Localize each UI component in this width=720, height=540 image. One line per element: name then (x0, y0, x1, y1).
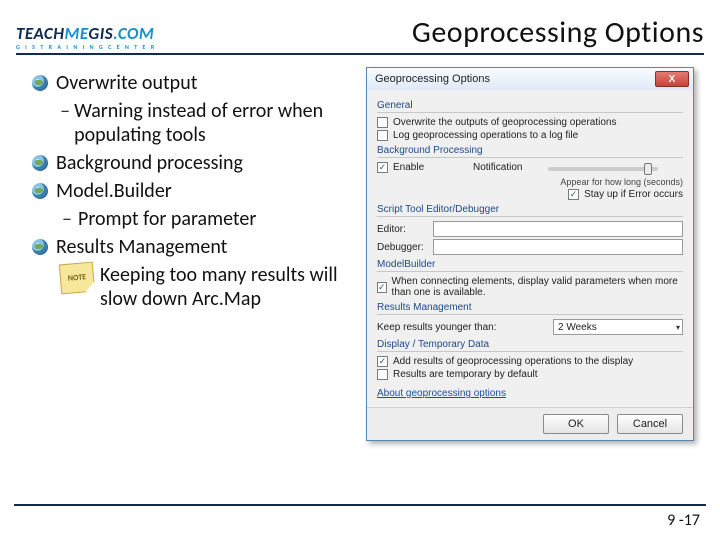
checkbox-label: Add results of geoprocessing operations … (393, 356, 633, 367)
dialog-titlebar: Geoprocessing Options X (367, 68, 693, 90)
geoprocessing-options-dialog: Geoprocessing Options X General Overwrit… (366, 67, 694, 441)
debugger-input[interactable] (433, 239, 683, 255)
globe-icon (32, 239, 48, 255)
results-age-dropdown[interactable]: 2 Weeks▾ (553, 319, 683, 335)
globe-icon (32, 155, 48, 171)
logo-part: GIS (88, 23, 113, 44)
sub-bullet: Warning instead of error when populating… (74, 99, 352, 147)
checkbox-log[interactable] (377, 130, 388, 141)
about-link[interactable]: About geoprocessing options (377, 388, 506, 399)
bullet-list: Overwrite output –Warning instead of err… (12, 67, 352, 441)
checkbox-label: Overwrite the outputs of geoprocessing o… (393, 117, 616, 128)
note-text: Keeping too many results will slow down … (100, 263, 352, 311)
checkbox-mb-params[interactable] (377, 282, 387, 293)
checkbox-stay-on-error[interactable] (568, 189, 579, 200)
checkbox-temp-results[interactable] (377, 369, 388, 380)
checkbox-label: Log geoprocessing operations to a log fi… (393, 130, 578, 141)
editor-label: Editor: (377, 224, 433, 235)
globe-icon (32, 75, 48, 91)
page-title: Geoprocessing Options (412, 14, 704, 51)
logo-tagline: G I S T R A I N I N G C E N T E R (16, 43, 156, 51)
group-script: Script Tool Editor/Debugger (377, 204, 683, 215)
dash-icon: – (60, 99, 70, 147)
sub-bullet: Prompt for parameter (78, 207, 256, 231)
slider-caption: Appear for how long (seconds) (560, 177, 683, 187)
group-general: General (377, 100, 683, 111)
editor-input[interactable] (433, 221, 683, 237)
logo-part: TEACH (16, 23, 64, 44)
checkbox-label: Enable (393, 162, 453, 173)
cancel-button[interactable]: Cancel (617, 414, 683, 434)
bullet: Results Management (56, 235, 227, 259)
chevron-down-icon: ▾ (676, 323, 680, 332)
logo-part: ME (64, 23, 88, 44)
bullet: Background processing (56, 151, 243, 175)
group-background: Background Processing (377, 145, 683, 156)
page-number: 9 -17 (667, 511, 700, 530)
checkbox-label: When connecting elements, display valid … (392, 276, 683, 298)
note-icon: NOTE (59, 262, 95, 295)
group-modelbuilder: ModelBuilder (377, 259, 683, 270)
bullet: Model.Builder (56, 179, 172, 203)
results-label: Keep results younger than: (377, 322, 553, 333)
ok-button[interactable]: OK (543, 414, 609, 434)
checkbox-label: Results are temporary by default (393, 369, 538, 380)
dash-icon: – (60, 207, 74, 231)
notification-slider[interactable] (548, 167, 658, 171)
notification-label: Notification (473, 162, 522, 173)
logo: TEACHMEGIS.COM G I S T R A I N I N G C E… (16, 25, 156, 51)
checkbox-add-results[interactable] (377, 356, 388, 367)
checkbox-label: Stay up if Error occurs (584, 189, 683, 200)
footer-rule (14, 504, 706, 506)
dialog-title: Geoprocessing Options (375, 73, 490, 85)
checkbox-overwrite[interactable] (377, 117, 388, 128)
debugger-label: Debugger: (377, 242, 433, 253)
close-button[interactable]: X (655, 71, 689, 87)
checkbox-enable-bg[interactable] (377, 162, 388, 173)
bullet: Overwrite output (56, 71, 197, 95)
globe-icon (32, 183, 48, 199)
group-results: Results Management (377, 302, 683, 313)
group-display: Display / Temporary Data (377, 339, 683, 350)
logo-part: COM (118, 23, 154, 44)
